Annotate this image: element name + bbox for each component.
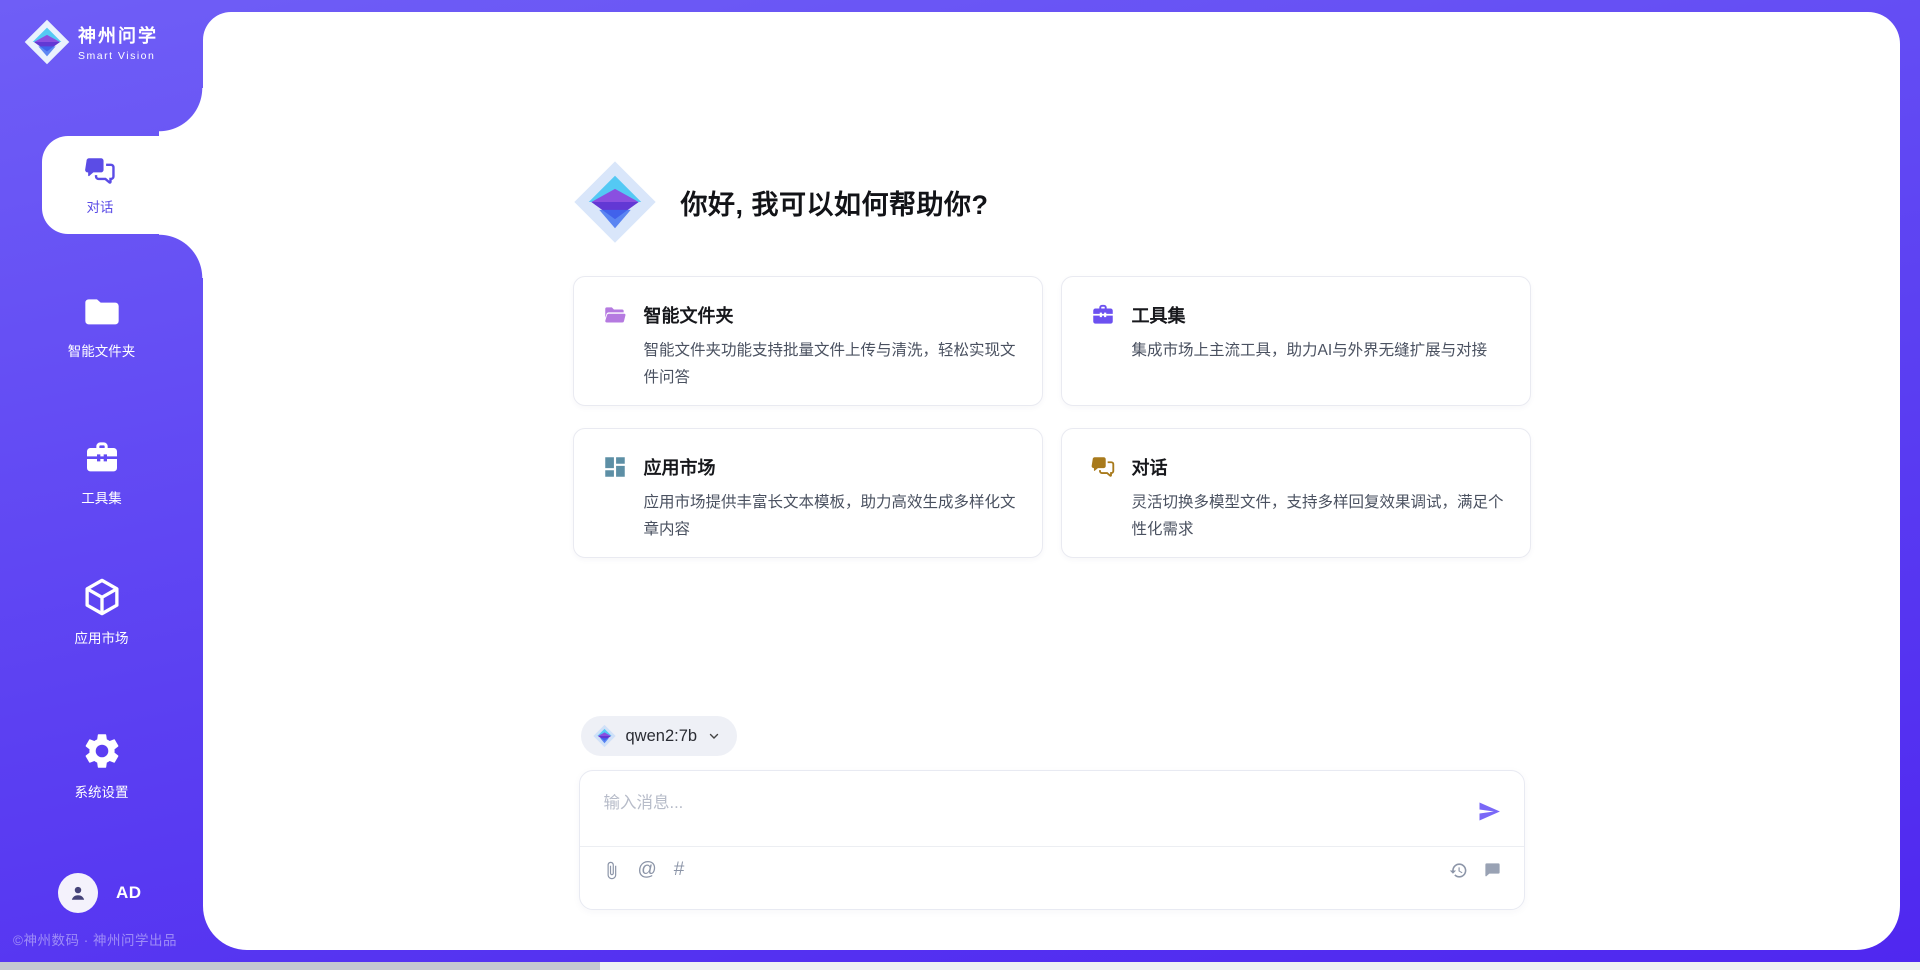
brand-diamond-logo-large: [573, 158, 657, 246]
hashtag-icon[interactable]: #: [674, 859, 685, 881]
sidebar: 神州问学 Smart Vision 对话 智能文件夹 工具集: [0, 0, 203, 970]
card-title: 工具集: [1132, 302, 1186, 328]
horizontal-scrollbar-track[interactable]: [0, 962, 1920, 970]
folder-open-icon: [602, 302, 628, 328]
main-panel: 你好, 我可以如何帮助你? 智能文件夹 智能文件夹功能支持批量文件上传与清洗，轻…: [203, 12, 1900, 950]
card-title: 应用市场: [644, 454, 716, 480]
feature-cards: 智能文件夹 智能文件夹功能支持批量文件上传与清洗，轻松实现文件问答 工具集 集成…: [573, 276, 1531, 558]
brand-diamond-icon: [24, 18, 70, 66]
card-title: 对话: [1132, 454, 1168, 480]
cube-icon: [81, 576, 123, 618]
greeting-row: 你好, 我可以如何帮助你?: [573, 158, 1531, 246]
card-toolset[interactable]: 工具集 集成市场上主流工具，助力AI与外界无缝扩展与对接: [1061, 276, 1531, 406]
user-account[interactable]: AD: [58, 873, 142, 913]
card-title: 智能文件夹: [644, 302, 734, 328]
chat-icon: [1090, 454, 1116, 480]
card-app-market[interactable]: 应用市场 应用市场提供丰富长文本模板，助力高效生成多样化文章内容: [573, 428, 1043, 558]
chat-input-area: qwen2:7b @ #: [579, 716, 1525, 910]
folder-icon: [81, 291, 123, 331]
history-icon[interactable]: [1449, 861, 1468, 880]
brand-name: 神州问学: [78, 22, 158, 48]
sidebar-item-settings[interactable]: 系统设置: [0, 730, 203, 801]
sidebar-item-toolset[interactable]: 工具集: [0, 438, 203, 507]
grid-icon: [602, 454, 628, 480]
sidebar-item-label: 工具集: [81, 487, 122, 507]
active-tab-notch-top: [159, 88, 203, 136]
card-description: 灵活切换多模型文件，支持多样回复效果调试，满足个性化需求: [1132, 489, 1504, 543]
brand-diamond-logo-small: [593, 724, 616, 748]
card-description: 智能文件夹功能支持批量文件上传与清洗，轻松实现文件问答: [644, 337, 1016, 391]
brand-subtitle: Smart Vision: [78, 50, 158, 62]
toolbox-icon: [1090, 302, 1116, 328]
horizontal-scrollbar-thumb[interactable]: [0, 962, 600, 970]
chat-bubble-icon[interactable]: [1483, 861, 1502, 880]
card-smart-folder[interactable]: 智能文件夹 智能文件夹功能支持批量文件上传与清洗，轻松实现文件问答: [573, 276, 1043, 406]
input-toolbar: @ #: [602, 859, 1502, 881]
chat-icon: [82, 154, 118, 188]
sidebar-item-label: 应用市场: [75, 627, 129, 647]
attachment-icon[interactable]: [602, 861, 621, 880]
copyright-text: ©神州数码 · 神州问学出品: [13, 929, 177, 949]
sidebar-item-chat[interactable]: 对话: [42, 136, 203, 234]
card-description: 应用市场提供丰富长文本模板，助力高效生成多样化文章内容: [644, 489, 1016, 543]
card-description: 集成市场上主流工具，助力AI与外界无缝扩展与对接: [1132, 337, 1504, 364]
mention-icon[interactable]: @: [638, 859, 657, 881]
greeting-title: 你好, 我可以如何帮助你?: [681, 183, 989, 222]
sidebar-item-label: 对话: [87, 196, 114, 216]
card-chat[interactable]: 对话 灵活切换多模型文件，支持多样回复效果调试，满足个性化需求: [1061, 428, 1531, 558]
brand-logo: 神州问学 Smart Vision: [24, 18, 158, 66]
model-name: qwen2:7b: [626, 727, 698, 746]
sidebar-item-label: 系统设置: [75, 781, 129, 801]
message-input-card: @ #: [579, 770, 1525, 910]
avatar[interactable]: [58, 873, 98, 913]
input-divider: [580, 846, 1524, 847]
user-name: AD: [116, 883, 142, 903]
send-icon[interactable]: [1477, 799, 1502, 824]
model-selector[interactable]: qwen2:7b: [581, 716, 738, 756]
sidebar-item-label: 智能文件夹: [68, 340, 136, 360]
active-tab-notch-bottom: [159, 234, 203, 278]
sidebar-item-app-market[interactable]: 应用市场: [0, 576, 203, 647]
sidebar-item-smart-folder[interactable]: 智能文件夹: [0, 291, 203, 360]
toolbox-icon: [82, 438, 122, 478]
message-input[interactable]: [604, 789, 1444, 839]
gear-icon: [81, 730, 123, 772]
chevron-down-icon: [707, 729, 721, 743]
